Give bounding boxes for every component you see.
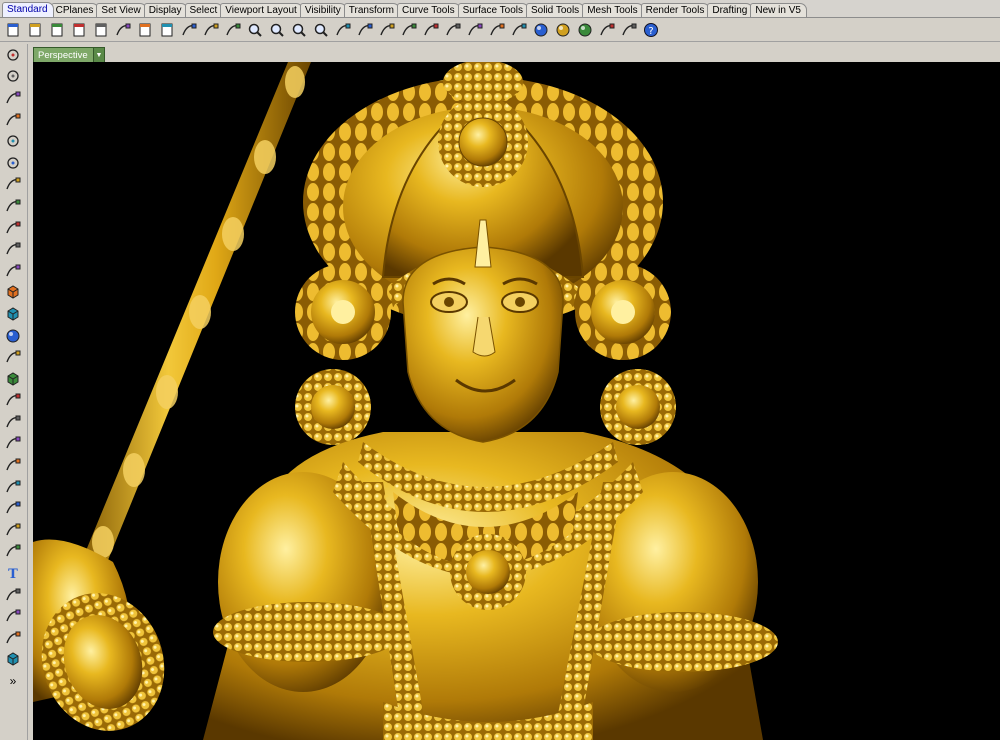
svg-text:?: ? [648, 26, 653, 37]
fillet-curve-icon[interactable] [2, 238, 24, 260]
extrude-icon[interactable] [2, 282, 24, 304]
tab-set-view[interactable]: Set View [96, 3, 147, 17]
tab-new-in-v5[interactable]: New in V5 [750, 3, 807, 17]
viewport-title-tab[interactable]: Perspective ▼ [33, 47, 105, 63]
select-icon[interactable] [2, 44, 24, 66]
viewport-menu-arrow-icon[interactable]: ▼ [93, 48, 104, 62]
tab-curve-tools[interactable]: Curve Tools [396, 3, 461, 17]
transform-icon[interactable] [2, 411, 24, 433]
tab-viewport-layout[interactable]: Viewport Layout [220, 3, 303, 17]
pan-hand-icon[interactable] [201, 20, 220, 39]
car-icon[interactable] [377, 20, 396, 39]
dimension-icon[interactable] [2, 584, 24, 606]
tab-transform[interactable]: Transform [343, 3, 400, 17]
print-icon[interactable] [69, 20, 88, 39]
undo-view-icon[interactable] [333, 20, 352, 39]
tab-cplanes[interactable]: CPlanes [50, 3, 100, 17]
explode-icon[interactable] [2, 476, 24, 498]
ellipse-icon[interactable] [2, 152, 24, 174]
tab-visibility[interactable]: Visibility [299, 3, 347, 17]
boolean-icon[interactable] [2, 390, 24, 412]
curve-icon[interactable] [2, 109, 24, 131]
tab-solid-tools[interactable]: Solid Tools [526, 3, 586, 17]
sphere-solid-icon[interactable] [2, 325, 24, 347]
surface-icon[interactable] [2, 260, 24, 282]
copy-icon[interactable] [135, 20, 154, 39]
paste-icon[interactable] [157, 20, 176, 39]
toolbar-tab-bar: Standard CPlanes Set View Display Select View… [0, 0, 1000, 18]
render-sphere-icon[interactable] [553, 20, 572, 39]
mesh-icon[interactable] [2, 368, 24, 390]
open-file-icon[interactable] [25, 20, 44, 39]
cut-icon[interactable] [113, 20, 132, 39]
settings-gear-icon[interactable] [597, 20, 616, 39]
tab-standard[interactable]: Standard [2, 2, 54, 17]
rectangle-icon[interactable] [2, 195, 24, 217]
point-icon[interactable] [2, 66, 24, 88]
zoom-extents-icon[interactable] [289, 20, 308, 39]
more-tools-icon[interactable]: » [2, 670, 24, 692]
group-icon[interactable] [2, 497, 24, 519]
tab-mesh-tools[interactable]: Mesh Tools [582, 3, 644, 17]
main-side-toolbar: T» [0, 44, 28, 740]
undo-icon[interactable] [179, 20, 198, 39]
text-icon[interactable]: T [2, 562, 24, 584]
tab-render-tools[interactable]: Render Tools [640, 3, 711, 17]
perspective-viewport[interactable] [33, 62, 1000, 740]
circle-icon[interactable] [2, 130, 24, 152]
four-viewports-icon[interactable] [355, 20, 374, 39]
color-wheel-icon[interactable] [509, 20, 528, 39]
rotate-view-icon[interactable] [223, 20, 242, 39]
layer-icon[interactable] [487, 20, 506, 39]
standard-toolbar: ? [0, 18, 1000, 42]
osnap-icon[interactable] [399, 20, 418, 39]
sphere-icon[interactable] [531, 20, 550, 39]
tab-drafting[interactable]: Drafting [707, 3, 754, 17]
tab-surface-tools[interactable]: Surface Tools [457, 3, 529, 17]
save-icon[interactable] [47, 20, 66, 39]
zoom-icon[interactable] [245, 20, 264, 39]
cube-icon[interactable] [2, 649, 24, 671]
tab-select[interactable]: Select [184, 3, 224, 17]
hide-icon[interactable] [619, 20, 638, 39]
array-icon[interactable] [2, 605, 24, 627]
new-file-icon[interactable] [3, 20, 22, 39]
svg-text:T: T [8, 567, 18, 581]
mirror-icon[interactable] [2, 627, 24, 649]
gold-statue-render [33, 62, 778, 740]
polyline-icon[interactable] [2, 87, 24, 109]
trim-icon[interactable] [2, 454, 24, 476]
cylinder-icon[interactable] [2, 346, 24, 368]
gumball-icon[interactable] [421, 20, 440, 39]
light-icon[interactable] [443, 20, 462, 39]
viewport-title-label: Perspective [38, 49, 88, 61]
shaded-sphere-icon[interactable] [575, 20, 594, 39]
import-icon[interactable] [91, 20, 110, 39]
polygon-icon[interactable] [2, 217, 24, 239]
split-icon[interactable] [2, 433, 24, 455]
zoom-selected-icon[interactable] [311, 20, 330, 39]
zoom-window-icon[interactable] [267, 20, 286, 39]
box-icon[interactable] [2, 303, 24, 325]
rotate-icon[interactable] [2, 519, 24, 541]
rotate3d-icon[interactable] [2, 541, 24, 563]
arc-icon[interactable] [2, 174, 24, 196]
help-icon[interactable]: ? [641, 20, 660, 39]
tab-display[interactable]: Display [143, 3, 188, 17]
lock-icon[interactable] [465, 20, 484, 39]
